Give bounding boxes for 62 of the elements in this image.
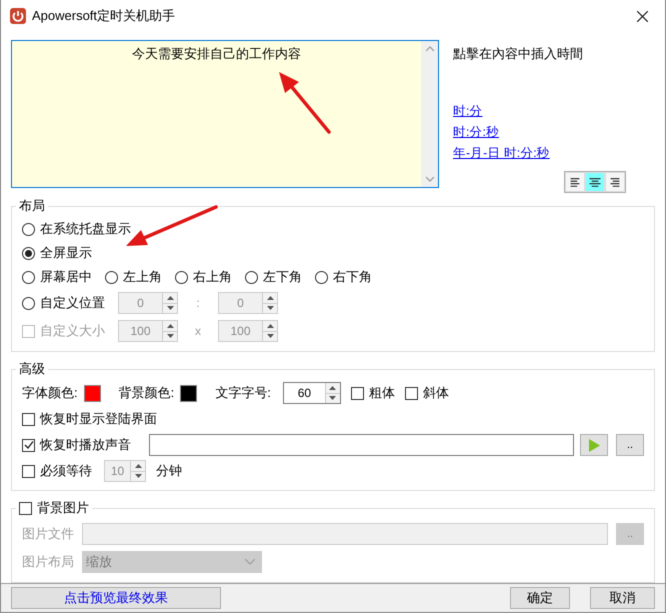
preview-button[interactable]: 点击预览最终效果: [11, 586, 221, 609]
spin-up-icon[interactable]: [266, 296, 274, 300]
radio-option[interactable]: 在系统托盘显示: [22, 220, 131, 238]
field-label: 文字字号:: [215, 384, 271, 402]
align-right-icon: [609, 176, 621, 188]
align-button[interactable]: [565, 172, 585, 192]
time-format-link[interactable]: 时:分:秒: [453, 124, 499, 141]
field-label: 图片文件: [22, 524, 74, 542]
align-left-icon: [569, 176, 581, 188]
app-icon: [10, 8, 26, 24]
unit-label: 分钟: [156, 462, 182, 480]
spin-up-icon[interactable]: [166, 296, 174, 300]
spin-down-icon[interactable]: [134, 474, 142, 478]
group-title: 布局: [18, 197, 46, 215]
color-swatch[interactable]: [180, 384, 198, 402]
hint-text: 點擊在內容中插入時間: [453, 45, 584, 63]
time-format-link[interactable]: 年-月-日 时:分:秒: [453, 145, 550, 162]
field-label: 字体颜色:: [22, 384, 78, 402]
align-button[interactable]: [605, 172, 625, 192]
radio-option[interactable]: 右下角: [315, 268, 372, 286]
align-button[interactable]: [585, 172, 605, 192]
checkbox[interactable]: 背景图片: [19, 499, 89, 517]
close-icon[interactable]: [636, 10, 648, 22]
checkbox[interactable]: 粗体: [350, 384, 395, 402]
radio-option[interactable]: 屏幕居中: [22, 268, 92, 286]
spin-down-icon[interactable]: [266, 306, 274, 310]
chevron-down-icon: [245, 558, 255, 564]
spin-down-icon[interactable]: [329, 396, 336, 400]
radio-option[interactable]: 自定义位置: [22, 294, 105, 312]
radio-option[interactable]: 左上角: [105, 268, 162, 286]
color-swatch[interactable]: [84, 384, 101, 402]
spin-up-icon[interactable]: [134, 464, 142, 468]
spin-down-icon[interactable]: [266, 334, 274, 338]
annotation-arrow: [279, 72, 331, 134]
window-title: Apowersoft定时关机助手: [32, 7, 176, 25]
spin-up-icon[interactable]: [329, 386, 336, 390]
radio-option[interactable]: 右上角: [175, 268, 232, 286]
field-label: 图片布局: [22, 552, 74, 570]
play-icon: [588, 438, 600, 452]
spin-down-icon[interactable]: [166, 306, 174, 310]
number-field[interactable]: 60: [282, 382, 341, 404]
align-center-icon: [589, 176, 601, 188]
checkbox[interactable]: 斜体: [404, 384, 449, 402]
check-icon: [24, 440, 34, 450]
field-label: 背景颜色:: [118, 384, 174, 402]
image-file-field[interactable]: [82, 522, 608, 544]
spin-down-icon[interactable]: [166, 334, 174, 338]
separator-text: x: [194, 324, 202, 338]
radio-option[interactable]: 左下角: [245, 268, 302, 286]
browse-button[interactable]: ..: [616, 434, 644, 456]
cancel-button[interactable]: 取消: [590, 586, 655, 609]
separator-text: :: [195, 296, 201, 310]
spin-up-icon[interactable]: [166, 324, 174, 328]
checkbox[interactable]: 恢复时播放声音: [22, 436, 131, 454]
spin-up-icon[interactable]: [266, 324, 274, 328]
ok-button[interactable]: 确定: [510, 586, 570, 609]
checkbox[interactable]: 恢复时显示登陆界面: [22, 410, 157, 428]
checkbox[interactable]: 必须等待: [22, 462, 92, 480]
time-format-link[interactable]: 时:分: [453, 103, 482, 120]
sound-path-field[interactable]: [149, 434, 574, 456]
radio-option[interactable]: 全屏显示: [22, 244, 92, 262]
group-title: 高级: [18, 360, 46, 378]
